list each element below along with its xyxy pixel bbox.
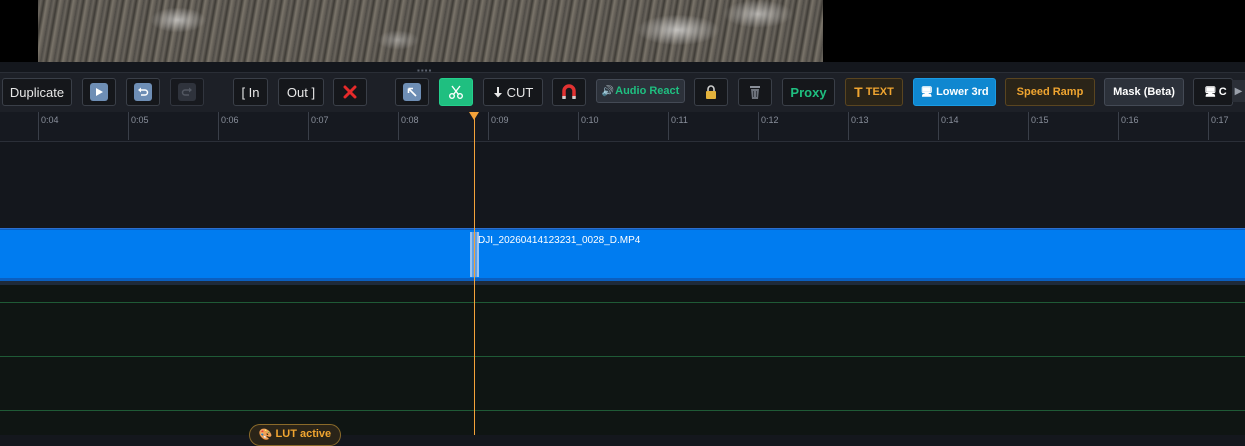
ruler-tick-label: 0:05 <box>131 115 149 125</box>
ruler-tick-label: 0:14 <box>941 115 959 125</box>
lock-icon <box>706 85 716 99</box>
ruler-tick-label: 0:13 <box>851 115 869 125</box>
mark-in-label: [ In <box>241 84 260 100</box>
play-icon <box>90 83 108 101</box>
overflow-partial-button[interactable]: 🖥 C <box>1193 78 1233 106</box>
duplicate-label: Duplicate <box>9 84 65 100</box>
cut-button[interactable]: CUT <box>483 78 543 106</box>
ruler-tick-label: 0:08 <box>401 115 419 125</box>
trash-icon <box>750 86 760 99</box>
audio-react-label: Audio React <box>615 85 680 97</box>
ruler-tick-label: 0:09 <box>491 115 509 125</box>
audio-track-line <box>0 302 1245 303</box>
playhead-marker[interactable] <box>469 112 479 120</box>
timeline-ruler[interactable]: 0:04 0:05 0:06 0:07 0:08 0:09 0:10 0:11 0:12 0:13… <box>0 112 1245 142</box>
lut-active-badge: 🎨 LUT active <box>249 424 341 446</box>
monitor-icon: 🖥 <box>920 86 934 98</box>
ruler-tick <box>578 112 579 140</box>
ruler-tick-label: 0:17 <box>1211 115 1229 125</box>
text-button[interactable]: T TEXT <box>845 78 903 106</box>
arrow-select-icon <box>403 83 421 101</box>
scissors-icon <box>449 85 463 99</box>
mark-out-button[interactable]: Out ] <box>278 78 324 106</box>
undo-icon <box>134 83 152 101</box>
magnet-icon <box>562 84 576 99</box>
ruler-tick <box>668 112 669 140</box>
trash-button[interactable] <box>738 78 772 106</box>
razor-tool-button[interactable] <box>439 78 473 106</box>
ruler-tick-label: 0:15 <box>1031 115 1049 125</box>
lower-third-button[interactable]: 🖥 Lower 3rd <box>913 78 996 106</box>
ruler-tick <box>308 112 309 140</box>
ruler-tick <box>398 112 399 140</box>
close-icon <box>343 85 357 99</box>
duplicate-button[interactable]: Duplicate <box>2 78 72 106</box>
proxy-button[interactable]: Proxy <box>782 78 835 106</box>
ruler-tick-label: 0:10 <box>581 115 599 125</box>
lut-label: LUT active <box>275 428 332 440</box>
mark-in-button[interactable]: [ In <box>233 78 268 106</box>
ruler-tick-label: 0:06 <box>221 115 239 125</box>
lower-third-label: Lower 3rd <box>936 86 989 98</box>
mark-out-label: Out ] <box>286 84 316 100</box>
proxy-label: Proxy <box>790 84 827 100</box>
ruler-tick <box>758 112 759 140</box>
ruler-tick <box>218 112 219 140</box>
ruler-tick <box>488 112 489 140</box>
video-preview-frame <box>38 0 823 62</box>
chevron-right-icon: ▶ <box>1234 85 1243 97</box>
toolbar-scroll-right-button[interactable]: ▶ <box>1232 80 1245 102</box>
snap-toggle-button[interactable] <box>552 78 586 106</box>
ruler-tick <box>1028 112 1029 140</box>
monitor-icon-2: 🖥 <box>1204 86 1217 98</box>
arrow-down-icon <box>493 87 502 98</box>
audio-react-button[interactable]: 🔊 Audio React <box>596 79 685 103</box>
audio-track-line <box>0 410 1245 411</box>
play-button[interactable] <box>82 78 116 106</box>
ruler-tick-label: 0:04 <box>41 115 59 125</box>
speaker-icon: 🔊 <box>601 85 615 97</box>
speed-ramp-label: Speed Ramp <box>1016 86 1084 98</box>
mask-label: Mask (Beta) <box>1113 86 1175 98</box>
redo-button[interactable] <box>170 78 204 106</box>
playhead-line[interactable] <box>474 118 475 435</box>
select-tool-button[interactable] <box>395 78 429 106</box>
delete-button[interactable] <box>333 78 367 106</box>
ruler-tick <box>1118 112 1119 140</box>
text-t-icon: T <box>854 84 863 100</box>
cut-label: CUT <box>506 84 534 100</box>
ruler-tick <box>1208 112 1209 140</box>
ruler-tick <box>848 112 849 140</box>
audio-tracks-area[interactable] <box>0 285 1245 435</box>
lock-button[interactable] <box>694 78 728 106</box>
partial-label: C <box>1218 86 1227 98</box>
undo-button[interactable] <box>126 78 160 106</box>
text-label: TEXT <box>865 86 894 98</box>
ruler-tick-label: 0:07 <box>311 115 329 125</box>
ruler-tick <box>128 112 129 140</box>
ruler-tick <box>38 112 39 140</box>
clip-filename: DJI_20260414123231_0028_D.MP4 <box>478 235 641 246</box>
audio-track-line <box>0 356 1245 357</box>
speed-ramp-button[interactable]: Speed Ramp <box>1005 78 1095 106</box>
preview-panel <box>0 0 1245 62</box>
redo-icon <box>178 83 196 101</box>
overlay-track[interactable] <box>0 142 1245 227</box>
ruler-tick-label: 0:12 <box>761 115 779 125</box>
ruler-tick <box>938 112 939 140</box>
ruler-tick-label: 0:11 <box>671 115 688 125</box>
mask-beta-button[interactable]: Mask (Beta) <box>1104 78 1184 106</box>
ruler-tick-label: 0:16 <box>1121 115 1139 125</box>
